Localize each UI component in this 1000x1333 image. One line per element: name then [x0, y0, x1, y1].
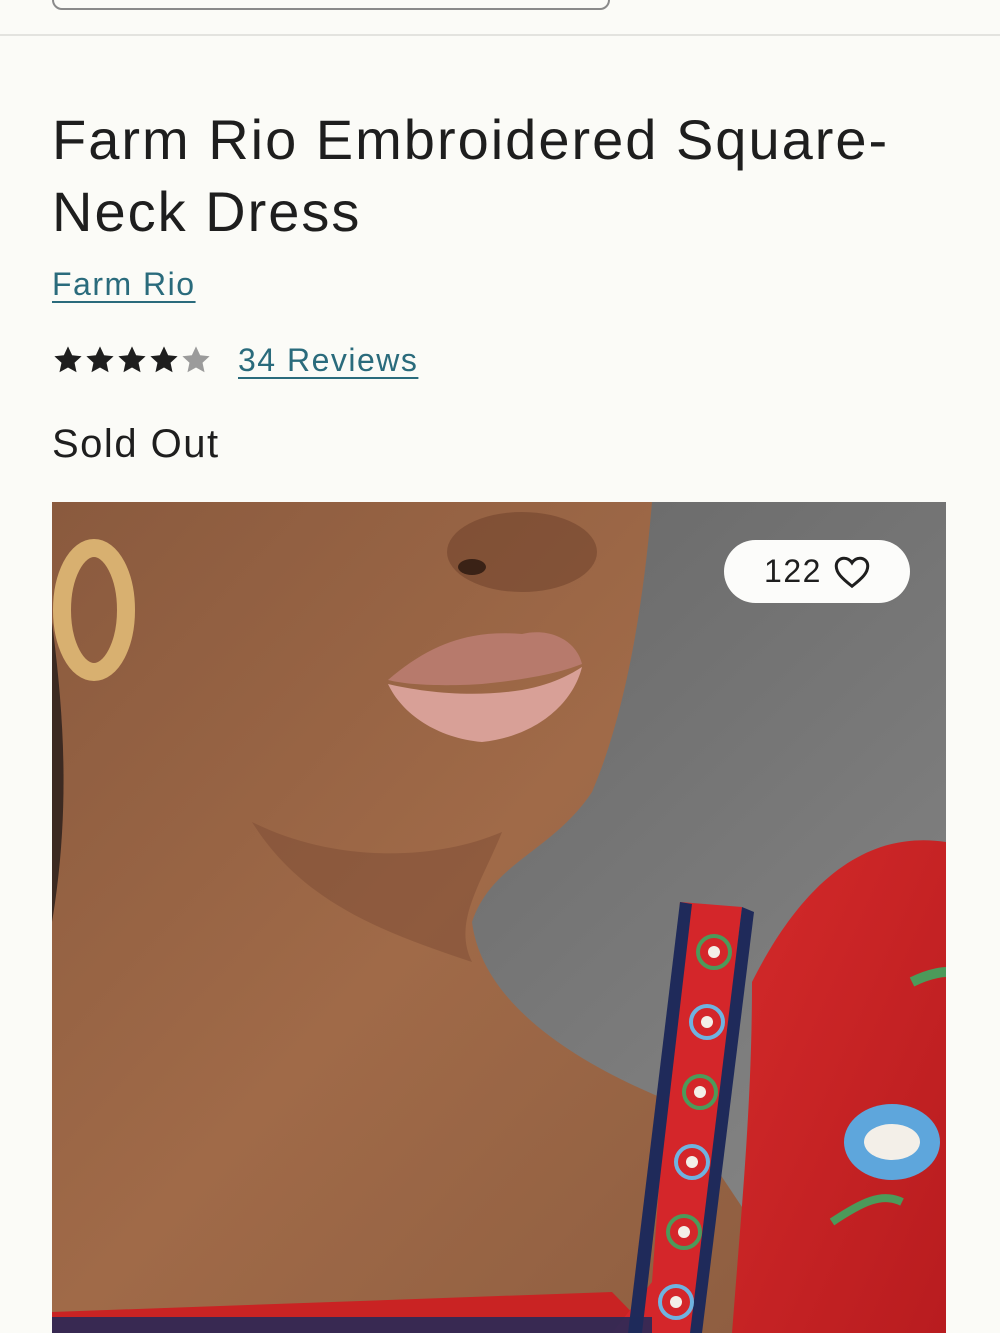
star-filled-icon [118, 346, 146, 373]
star-filled-icon [150, 346, 178, 373]
reviews-link[interactable]: 34 Reviews [238, 342, 418, 379]
stock-status: Sold Out [52, 422, 220, 466]
model-photo [52, 502, 946, 1333]
favorite-count: 122 [764, 553, 822, 589]
favorite-button[interactable]: 122 [724, 540, 910, 603]
star-filled-icon [86, 346, 114, 373]
product-title: Farm Rio Embroidered Square-Neck Dress [52, 108, 890, 243]
product-image[interactable]: 122 [52, 502, 946, 1333]
header-divider [0, 34, 1000, 36]
heart-outline-icon [834, 556, 870, 588]
rating-row: 34 Reviews [52, 338, 418, 382]
brand-link[interactable]: Farm Rio [52, 266, 196, 303]
product-page: Farm Rio Embroidered Square-Neck Dress F… [0, 0, 1000, 1333]
rating-stars [52, 344, 212, 376]
star-filled-icon [54, 346, 82, 373]
star-empty-icon [182, 346, 210, 373]
search-input[interactable] [52, 0, 610, 10]
